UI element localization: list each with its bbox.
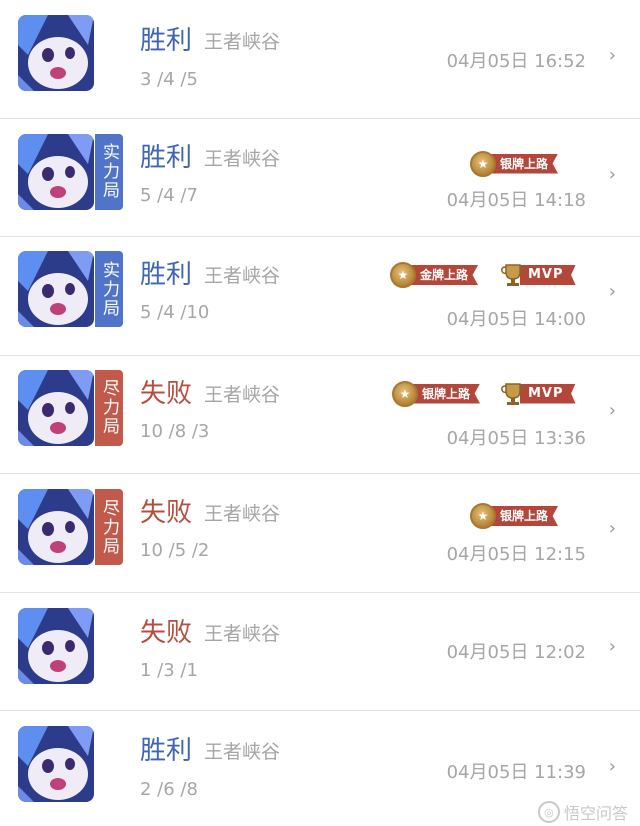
medal-icon: ★	[392, 380, 418, 407]
badge-silver-top: ★ 银牌上路	[470, 149, 559, 179]
match-time: 04月05日 12:15	[446, 544, 586, 565]
chevron-right-icon: ›	[608, 281, 616, 302]
match-result: 失败	[140, 617, 193, 648]
match-time: 04月05日 16:52	[446, 51, 586, 72]
kda-score: 10 /5 /2	[140, 540, 210, 561]
kda-score: 3 /4 /5	[140, 69, 198, 90]
match-result: 胜利	[140, 736, 193, 766]
badge-silver-top: ★ 银牌上路	[470, 501, 559, 531]
kda-score: 10 /8 /3	[140, 420, 210, 442]
match-result: 胜利	[140, 142, 193, 173]
watermark: ◎ 悟空问答	[537, 800, 628, 824]
badge-label: 银牌上路	[412, 383, 481, 404]
kda-score: 2 /6 /8	[140, 779, 198, 800]
hero-avatar-icon	[18, 15, 94, 91]
hero-avatar-icon	[18, 607, 94, 684]
badge-label: 银牌上路	[490, 153, 559, 174]
map-name: 王者峡谷	[204, 265, 281, 287]
match-time: 04月05日 14:18	[446, 189, 586, 211]
kda-score: 5 /4 /10	[140, 302, 210, 323]
match-row[interactable]: 胜利 王者峡谷 3 /4 /5 04月05日 16:52 ›	[0, 0, 640, 119]
match-time: 04月05日 13:36	[446, 427, 586, 449]
map-name: 王者峡谷	[204, 147, 281, 170]
match-time: 04月05日 14:00	[446, 309, 586, 330]
badge-label: MVP	[520, 383, 576, 404]
match-result: 失败	[140, 378, 193, 409]
match-row[interactable]: 尽力局 失败 王者峡谷 10 /8 /3 ★ 银牌上路 MVP 04月05日 1…	[0, 355, 640, 474]
mode-tag: 尽力局	[95, 369, 123, 446]
map-name: 王者峡谷	[204, 383, 281, 406]
match-history-list: 胜利 王者峡谷 3 /4 /5 04月05日 16:52 › 实力局 胜利 王者…	[0, 0, 640, 826]
match-time: 04月05日 11:39	[446, 762, 586, 783]
match-row[interactable]: 尽力局 失败 王者峡谷 10 /5 /2 ★ 银牌上路 04月05日 12:15…	[0, 474, 640, 593]
match-row[interactable]: 失败 王者峡谷 1 /3 /1 04月05日 12:02 ›	[0, 592, 640, 711]
map-name: 王者峡谷	[204, 741, 281, 763]
badge-mvp: MVP	[500, 379, 576, 409]
watermark-logo-icon: ◎	[537, 801, 560, 823]
badge-gold-top: ★ 金牌上路	[390, 260, 479, 290]
hero-avatar-icon	[18, 369, 94, 446]
map-name: 王者峡谷	[204, 31, 281, 53]
map-name: 王者峡谷	[204, 503, 281, 525]
badge-label: 银牌上路	[490, 506, 559, 526]
chevron-right-icon: ›	[608, 399, 616, 421]
kda-score: 5 /4 /7	[140, 184, 198, 206]
chevron-right-icon: ›	[608, 163, 616, 185]
trophy-icon	[500, 262, 526, 288]
match-result: 胜利	[140, 260, 193, 290]
medal-icon: ★	[470, 503, 496, 529]
hero-avatar-icon	[18, 489, 94, 565]
watermark-text: 悟空问答	[563, 804, 628, 823]
match-result: 失败	[140, 498, 193, 528]
chevron-right-icon: ›	[608, 635, 616, 657]
hero-avatar-icon	[18, 251, 94, 327]
chevron-right-icon: ›	[608, 45, 616, 66]
hero-avatar-icon	[18, 133, 94, 210]
map-name: 王者峡谷	[204, 622, 281, 645]
mode-tag: 实力局	[95, 251, 123, 327]
badge-label: 金牌上路	[410, 265, 479, 285]
badge-silver-top: ★ 银牌上路	[392, 379, 481, 409]
mode-tag: 实力局	[95, 133, 123, 210]
badge-label: MVP	[520, 265, 576, 285]
trophy-icon	[500, 381, 526, 407]
match-time: 04月05日 12:02	[446, 641, 586, 663]
match-row[interactable]: 实力局 胜利 王者峡谷 5 /4 /10 ★ 金牌上路 MVP 04月05日 1…	[0, 237, 640, 356]
medal-icon: ★	[470, 150, 496, 177]
chevron-right-icon: ›	[608, 518, 616, 539]
hero-avatar-icon	[18, 726, 94, 802]
kda-score: 1 /3 /1	[140, 659, 198, 681]
badge-mvp: MVP	[500, 260, 576, 290]
chevron-right-icon: ›	[608, 756, 616, 777]
match-result: 胜利	[140, 26, 193, 56]
match-row[interactable]: 实力局 胜利 王者峡谷 5 /4 /7 ★ 银牌上路 04月05日 14:18 …	[0, 118, 640, 237]
mode-tag: 尽力局	[95, 489, 123, 565]
medal-icon: ★	[390, 262, 416, 288]
